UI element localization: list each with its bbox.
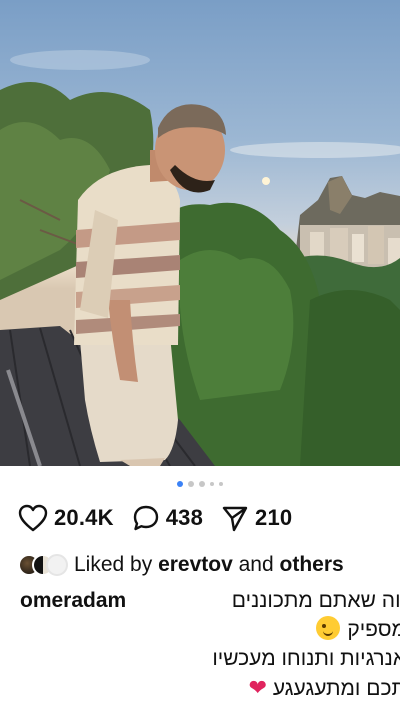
- avatar: [46, 554, 68, 576]
- heart-outline-icon: [18, 504, 48, 532]
- caption-line-4-text: תכם ומתעגעגע: [272, 677, 400, 700]
- comment-button[interactable]: 438: [132, 504, 203, 532]
- shares-count: 210: [255, 505, 293, 530]
- like-button[interactable]: 20.4K: [18, 504, 114, 532]
- caption-line-2-text: מספיק: [347, 618, 400, 641]
- speech-bubble-icon: [132, 504, 160, 532]
- liked-by-row[interactable]: Liked by erevtov and others: [18, 551, 344, 579]
- caption-line-4: תכם ומתעגעגע ❤: [249, 673, 400, 703]
- share-button[interactable]: 210: [221, 504, 292, 532]
- photo-scene: [0, 50, 400, 466]
- caption-line-3: אנרגיות ותנוחו מעכשיו: [212, 647, 400, 670]
- post-photo[interactable]: [0, 0, 400, 466]
- post-actions-bar: 20.4K 438 210: [18, 500, 310, 536]
- carousel-dot[interactable]: [188, 481, 194, 487]
- caption-line-2: מספיק: [314, 615, 400, 644]
- paper-plane-icon: [221, 504, 249, 532]
- red-heart-emoji-icon: ❤: [248, 675, 267, 700]
- caption-line-1: ווה שאתם מתכוננים: [231, 589, 400, 612]
- likes-count: 20.4K: [54, 505, 114, 530]
- comments-count: 438: [165, 505, 204, 530]
- carousel-indicator: [0, 480, 400, 488]
- liked-by-others-link[interactable]: others: [280, 553, 344, 577]
- moon: [262, 177, 270, 185]
- caption-username[interactable]: omeradam: [20, 586, 126, 615]
- carousel-dot-active[interactable]: [177, 481, 183, 487]
- liker-avatars: [18, 554, 68, 576]
- carousel-dot[interactable]: [210, 482, 214, 486]
- carousel-dot[interactable]: [219, 482, 223, 486]
- liked-by-connector: and: [238, 553, 274, 576]
- winking-face-emoji-icon: [315, 616, 340, 640]
- liked-by-user-link[interactable]: erevtov: [158, 553, 233, 577]
- liked-by-prefix: Liked by: [74, 553, 153, 576]
- carousel-dot[interactable]: [199, 481, 205, 487]
